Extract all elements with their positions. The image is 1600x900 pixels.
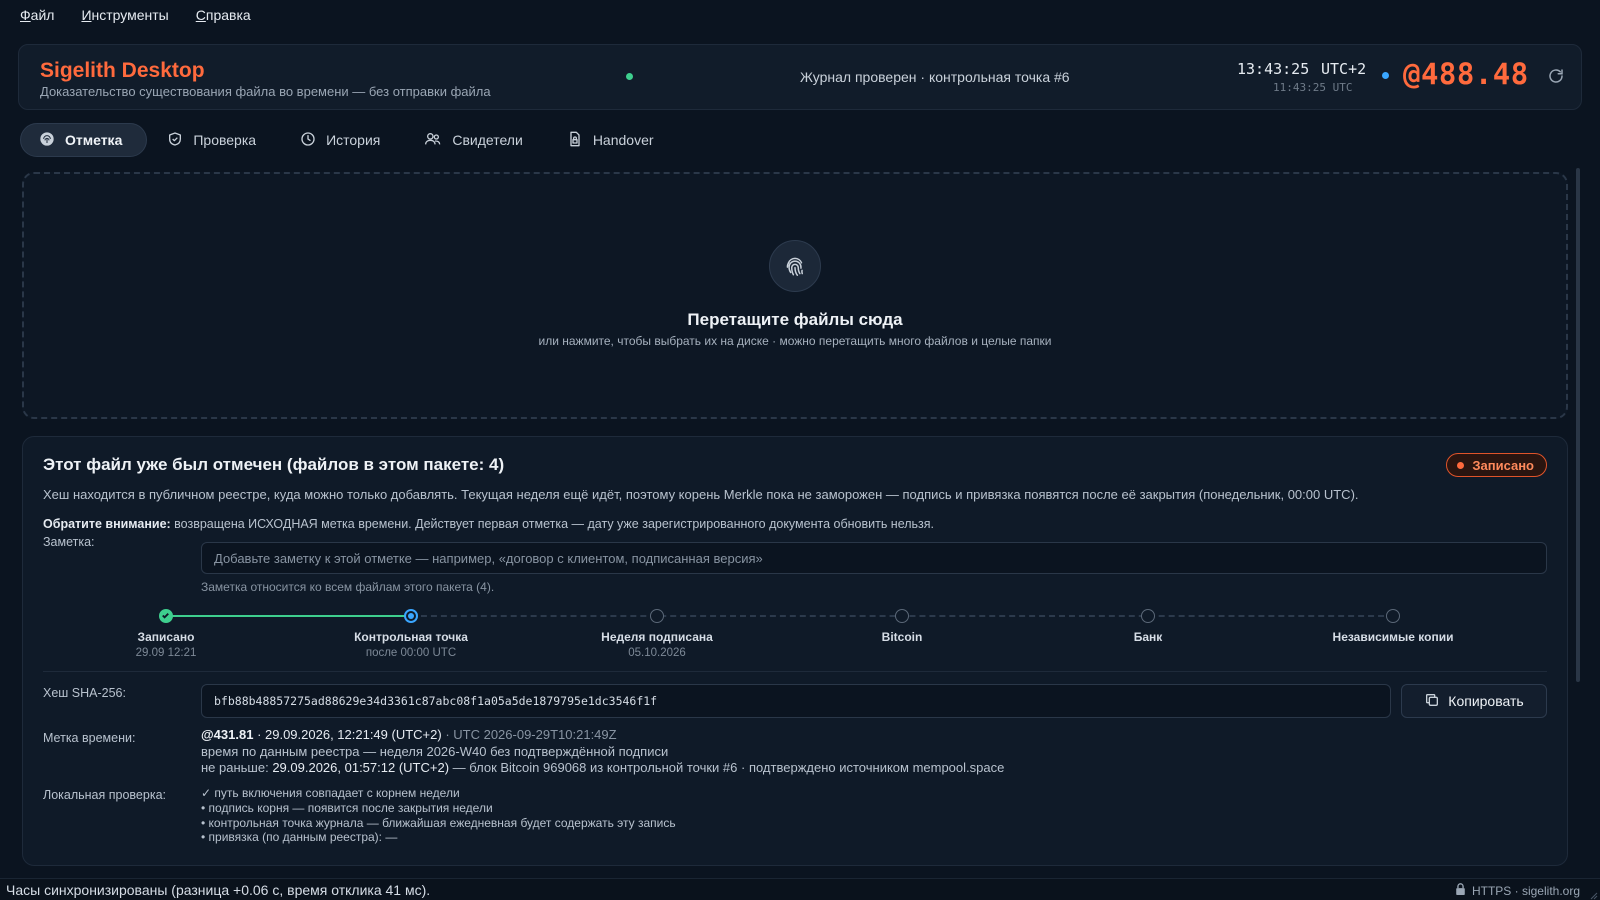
timestamp-notbefore-date: 29.09.2026, 01:57:12 (UTC+2) [272, 760, 450, 775]
local-check-list: ✓ путь включения совпадает с корнем неде… [201, 786, 676, 845]
timestamp-local: · 29.09.2026, 12:21:49 (UTC+2) [253, 727, 442, 742]
secure-label: HTTPS · sigelith.org [1471, 883, 1580, 898]
timeline-progress-line [166, 615, 411, 617]
vertical-scrollbar[interactable] [1576, 168, 1580, 682]
timestamp-notbefore-prefix: не раньше: [201, 760, 273, 775]
result-notice: Обратите внимание: возвращена ИСХОДНАЯ м… [43, 517, 934, 531]
timeline-label: Bitcoin [881, 630, 923, 644]
beat-time: @488.48 [1403, 57, 1529, 91]
result-description: Хеш находится в публичном реестре, куда … [43, 487, 1359, 502]
clock-icon [300, 131, 326, 150]
journal-status: Журнал проверен · контрольная точка #6 [800, 69, 1070, 85]
result-title: Этот файл уже был отмечен (файлов в этом… [43, 455, 505, 474]
lock-icon [1455, 883, 1472, 898]
hash-label: Хеш SHA-256: [43, 686, 126, 700]
timeline-sub: после 00:00 UTC [365, 647, 457, 659]
local-check-label: Локальная проверка: [43, 788, 166, 802]
refresh-icon[interactable] [1547, 67, 1567, 87]
tab-stamp[interactable]: Отметка [20, 123, 148, 157]
dropzone-title: Перетащите файлы сюда [687, 310, 903, 329]
check-item: • привязка (по данным реестра): — [201, 830, 398, 845]
check-item: • подпись корня — появится после закрыти… [201, 800, 493, 815]
menu-file[interactable]: Файл [20, 7, 54, 23]
clock-utc: 11:43:25 UTC [1273, 81, 1353, 94]
file-lock-icon [567, 131, 593, 150]
tab-label: Свидетели [452, 132, 523, 148]
tab-verify[interactable]: Проверка [149, 123, 280, 157]
timestamp-label: Метка времени: [43, 731, 136, 745]
timeline-label: Независимые копии [1332, 630, 1454, 644]
tab-history[interactable]: История [282, 123, 404, 157]
timestamp-utc: · UTC 2026-09-29T10:21:49Z [441, 727, 617, 742]
copy-button[interactable]: Копировать [1401, 684, 1547, 718]
file-dropzone[interactable]: Перетащите файлы сюда или нажмите, чтобы… [22, 172, 1568, 419]
dropzone-hint: или нажмите, чтобы выбрать их на диске ·… [538, 334, 1052, 348]
menu-help[interactable]: Справка [196, 7, 251, 23]
progress-timeline: Записано 29.09 12:21 Контрольная точка п… [23, 602, 1567, 662]
timeline-sub: 29.09 12:21 [135, 647, 197, 659]
note-input[interactable] [201, 542, 1547, 574]
menu-tools[interactable]: Инструменты [81, 7, 168, 23]
fingerprint-icon [769, 240, 821, 292]
shield-check-icon [167, 131, 193, 150]
sync-status-dot [1382, 72, 1389, 79]
badge-dot [1457, 461, 1465, 469]
users-icon [424, 131, 452, 150]
timeline-label: Записано [137, 630, 195, 644]
timestamp-details: @431.81 · 29.09.2026, 12:21:49 (UTC+2) ·… [201, 727, 1004, 777]
timeline-label: Контрольная точка [354, 630, 468, 644]
timeline-sub: 05.10.2026 [628, 647, 686, 659]
timestamp-notbefore-source: — блок Bitcoin 969068 из контрольной точ… [449, 760, 1005, 775]
section-divider [43, 671, 1547, 672]
timeline-node-week-signed [650, 609, 664, 623]
connection-status-dot [626, 73, 633, 80]
tab-label: Handover [592, 132, 654, 148]
badge-label: Записано [1472, 457, 1534, 473]
app-header: Sigelith Desktop Доказательство существо… [18, 44, 1582, 110]
check-item: • контрольная точка журнала — ближайшая … [201, 815, 676, 830]
note-help: Заметка относится ко всем файлам этого п… [201, 580, 495, 594]
check-item: ✓ путь включения совпадает с корнем неде… [201, 786, 460, 800]
stamp-result-card: Этот файл уже был отмечен (файлов в этом… [22, 436, 1568, 866]
timestamp-beat: @431.81 [201, 727, 254, 742]
fingerprint-icon [39, 131, 65, 150]
timeline-label: Неделя подписана [601, 630, 713, 644]
menu-bar: Файл Инструменты Справка [0, 0, 1600, 30]
tab-label: Отметка [65, 132, 123, 148]
tab-handover[interactable]: Handover [549, 123, 678, 157]
timestamp-registry: время по данным реестра — неделя 2026-W4… [201, 743, 669, 759]
timeline-node-recorded [159, 609, 173, 623]
status-text: Часы синхронизированы (разница +0.06 с, … [6, 882, 431, 898]
main-tabs: Отметка Проверка История Свидетели Hando… [20, 123, 680, 157]
tab-label: Проверка [193, 132, 257, 148]
clock-local: 13:43:25 [1237, 60, 1310, 78]
app-title: Sigelith Desktop [40, 59, 205, 82]
timeline-node-copies [1386, 609, 1400, 623]
timeline-node-bitcoin [895, 609, 909, 623]
notice-label: Обратите внимание: [43, 517, 171, 531]
status-bar: Часы синхронизированы (разница +0.06 с, … [0, 878, 1600, 900]
tab-label: История [326, 132, 381, 148]
timeline-node-checkpoint [404, 609, 418, 623]
clock-timezone: UTC+2 [1321, 60, 1367, 78]
timeline-node-bank [1141, 609, 1155, 623]
app-subtitle: Доказательство существования файла во вр… [40, 84, 491, 99]
hash-field[interactable]: bfb88b48857275ad88629e34d3361c87abc08f1a… [201, 684, 1391, 718]
tab-witnesses[interactable]: Свидетели [406, 123, 546, 157]
status-badge: Записано [1446, 453, 1547, 477]
copy-label: Копировать [1448, 693, 1524, 709]
resize-grip-icon[interactable] [1588, 888, 1598, 900]
timeline-label: Банк [1133, 630, 1163, 644]
note-label: Заметка: [43, 535, 95, 549]
notice-text: возвращена ИСХОДНАЯ метка времени. Дейст… [170, 517, 935, 531]
connection-secure: HTTPS · sigelith.org [1455, 883, 1580, 898]
copy-icon [1424, 692, 1448, 711]
